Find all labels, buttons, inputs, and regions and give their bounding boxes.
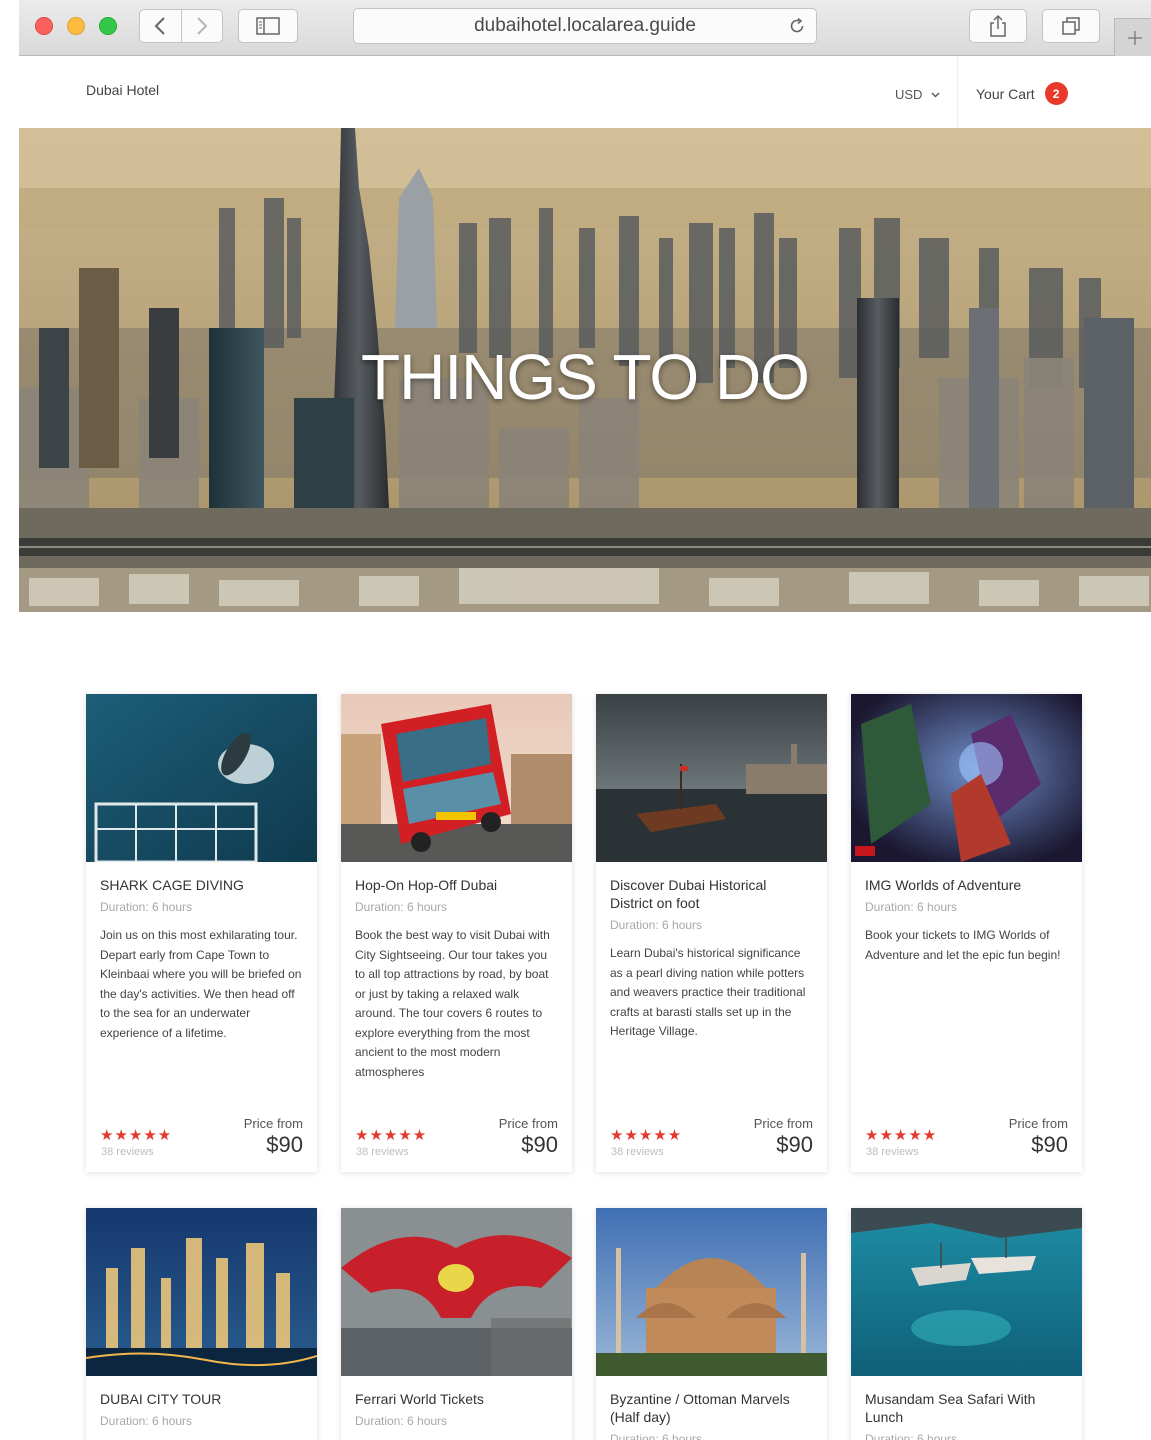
activity-title[interactable]: Ferrari World Tickets xyxy=(355,1390,558,1408)
cart-count-badge: 2 xyxy=(1044,82,1068,105)
rating-stars: ★★★★★ xyxy=(100,1127,173,1144)
activity-card[interactable]: Byzantine / Ottoman Marvels (Half day) D… xyxy=(596,1208,827,1440)
activity-card[interactable]: SHARK CAGE DIVING Duration: 6 hours Join… xyxy=(86,694,317,1172)
activity-description: Join us on this most exhilarating tour. … xyxy=(100,928,302,1040)
share-button[interactable] xyxy=(969,9,1027,43)
activity-duration: Duration: 6 hours xyxy=(610,918,703,932)
price-from-label: Price from xyxy=(1008,1116,1068,1131)
activity-title[interactable]: Discover Dubai Historical District on fo… xyxy=(610,876,813,912)
show-tabs-button[interactable] xyxy=(1042,9,1100,43)
ferrari-world-image xyxy=(341,1208,572,1376)
img-worlds-image xyxy=(851,694,1082,862)
activity-card[interactable]: Ferrari World Tickets Duration: 6 hours xyxy=(341,1208,572,1440)
price-value: $90 xyxy=(776,1132,813,1157)
activity-card[interactable]: Musandam Sea Safari With Lunch Duration:… xyxy=(851,1208,1082,1440)
plus-icon xyxy=(1127,30,1142,45)
share-icon xyxy=(990,14,1006,37)
price-from-label: Price from xyxy=(753,1116,813,1131)
chevron-right-icon xyxy=(197,17,208,35)
address-bar[interactable]: dubaihotel.localarea.guide xyxy=(353,8,817,44)
card-footer: ★★★★★ 38 reviews Price from $90 xyxy=(865,1116,1068,1160)
cart-label: Your Cart xyxy=(976,85,1035,102)
price-value: $90 xyxy=(1031,1132,1068,1157)
activity-duration: Duration: 6 hours xyxy=(100,1414,193,1428)
activity-duration: Duration: 6 hours xyxy=(355,1414,448,1428)
cart-button[interactable]: Your Cart 2 xyxy=(976,82,1068,105)
brand-link[interactable]: Dubai Hotel xyxy=(86,82,159,98)
city-tour-night-image xyxy=(86,1208,317,1376)
activity-duration: Duration: 6 hours xyxy=(865,900,958,914)
forward-button[interactable] xyxy=(180,10,222,42)
activity-title[interactable]: IMG Worlds of Adventure xyxy=(865,876,1068,894)
activity-title[interactable]: SHARK CAGE DIVING xyxy=(100,876,303,894)
card-footer: ★★★★★ 38 reviews Price from $90 xyxy=(355,1116,558,1160)
chevron-left-icon xyxy=(155,17,166,35)
minimize-window-button[interactable] xyxy=(67,17,85,35)
activity-duration: Duration: 6 hours xyxy=(355,900,448,914)
currency-selector[interactable]: USD xyxy=(895,87,940,102)
price-value: $90 xyxy=(266,1132,303,1157)
activity-title[interactable]: Hop-On Hop-Off Dubai xyxy=(355,876,558,894)
site-header: Dubai Hotel USD Your Cart 2 xyxy=(19,56,1151,128)
activity-duration: Duration: 6 hours xyxy=(610,1432,703,1440)
price-from-label: Price from xyxy=(498,1116,558,1131)
card-footer: ★★★★★ 38 reviews Price from $90 xyxy=(100,1116,303,1160)
activity-title[interactable]: DUBAI CITY TOUR xyxy=(100,1390,303,1408)
price-from-label: Price from xyxy=(243,1116,303,1131)
activity-description: Book your tickets to IMG Worlds of Adven… xyxy=(865,928,1061,962)
hero-banner: THINGS TO DO xyxy=(19,128,1151,612)
activity-description: Book the best way to visit Dubai with Ci… xyxy=(355,928,550,1079)
activity-card[interactable]: Hop-On Hop-Off Dubai Duration: 6 hours B… xyxy=(341,694,572,1172)
back-button[interactable] xyxy=(140,10,181,42)
url-text: dubaihotel.localarea.guide xyxy=(474,15,696,36)
activity-duration: Duration: 6 hours xyxy=(100,900,193,914)
reload-icon xyxy=(790,17,804,33)
activity-card[interactable]: IMG Worlds of Adventure Duration: 6 hour… xyxy=(851,694,1082,1172)
reviews-count[interactable]: 38 reviews xyxy=(356,1146,409,1158)
close-window-button[interactable] xyxy=(35,17,53,35)
hop-on-bus-image xyxy=(341,694,572,862)
activity-card[interactable]: DUBAI CITY TOUR Duration: 6 hours xyxy=(86,1208,317,1440)
chevron-down-icon xyxy=(931,92,940,97)
hagia-sophia-image xyxy=(596,1208,827,1376)
tabs-icon xyxy=(1062,17,1080,35)
reviews-count[interactable]: 38 reviews xyxy=(611,1146,664,1158)
activity-title[interactable]: Musandam Sea Safari With Lunch xyxy=(865,1390,1068,1426)
shark-diving-image xyxy=(86,694,317,862)
rating-stars: ★★★★★ xyxy=(355,1127,428,1144)
activity-description: Learn Dubai's historical significance as… xyxy=(610,946,806,1038)
new-tab-button[interactable] xyxy=(1114,18,1151,56)
maximize-window-button[interactable] xyxy=(99,17,117,35)
price-value: $90 xyxy=(521,1132,558,1157)
dhow-creek-image xyxy=(596,694,827,862)
sidebar-icon xyxy=(256,17,280,35)
history-nav xyxy=(139,9,223,43)
musandam-sea-image xyxy=(851,1208,1082,1376)
sidebar-toggle-button[interactable] xyxy=(238,9,298,43)
reload-button[interactable] xyxy=(788,17,806,41)
currency-label: USD xyxy=(895,87,923,102)
reviews-count[interactable]: 38 reviews xyxy=(866,1146,919,1158)
activity-duration: Duration: 6 hours xyxy=(865,1432,958,1440)
reviews-count[interactable]: 38 reviews xyxy=(101,1146,154,1158)
rating-stars: ★★★★★ xyxy=(610,1127,683,1144)
activity-card[interactable]: Discover Dubai Historical District on fo… xyxy=(596,694,827,1172)
browser-toolbar: dubaihotel.localarea.guide xyxy=(19,0,1151,56)
rating-stars: ★★★★★ xyxy=(865,1127,938,1144)
hero-title: THINGS TO DO xyxy=(361,341,810,413)
activity-title[interactable]: Byzantine / Ottoman Marvels (Half day) xyxy=(610,1390,813,1426)
header-divider xyxy=(957,56,958,128)
card-footer: ★★★★★ 38 reviews Price from $90 xyxy=(610,1116,813,1160)
